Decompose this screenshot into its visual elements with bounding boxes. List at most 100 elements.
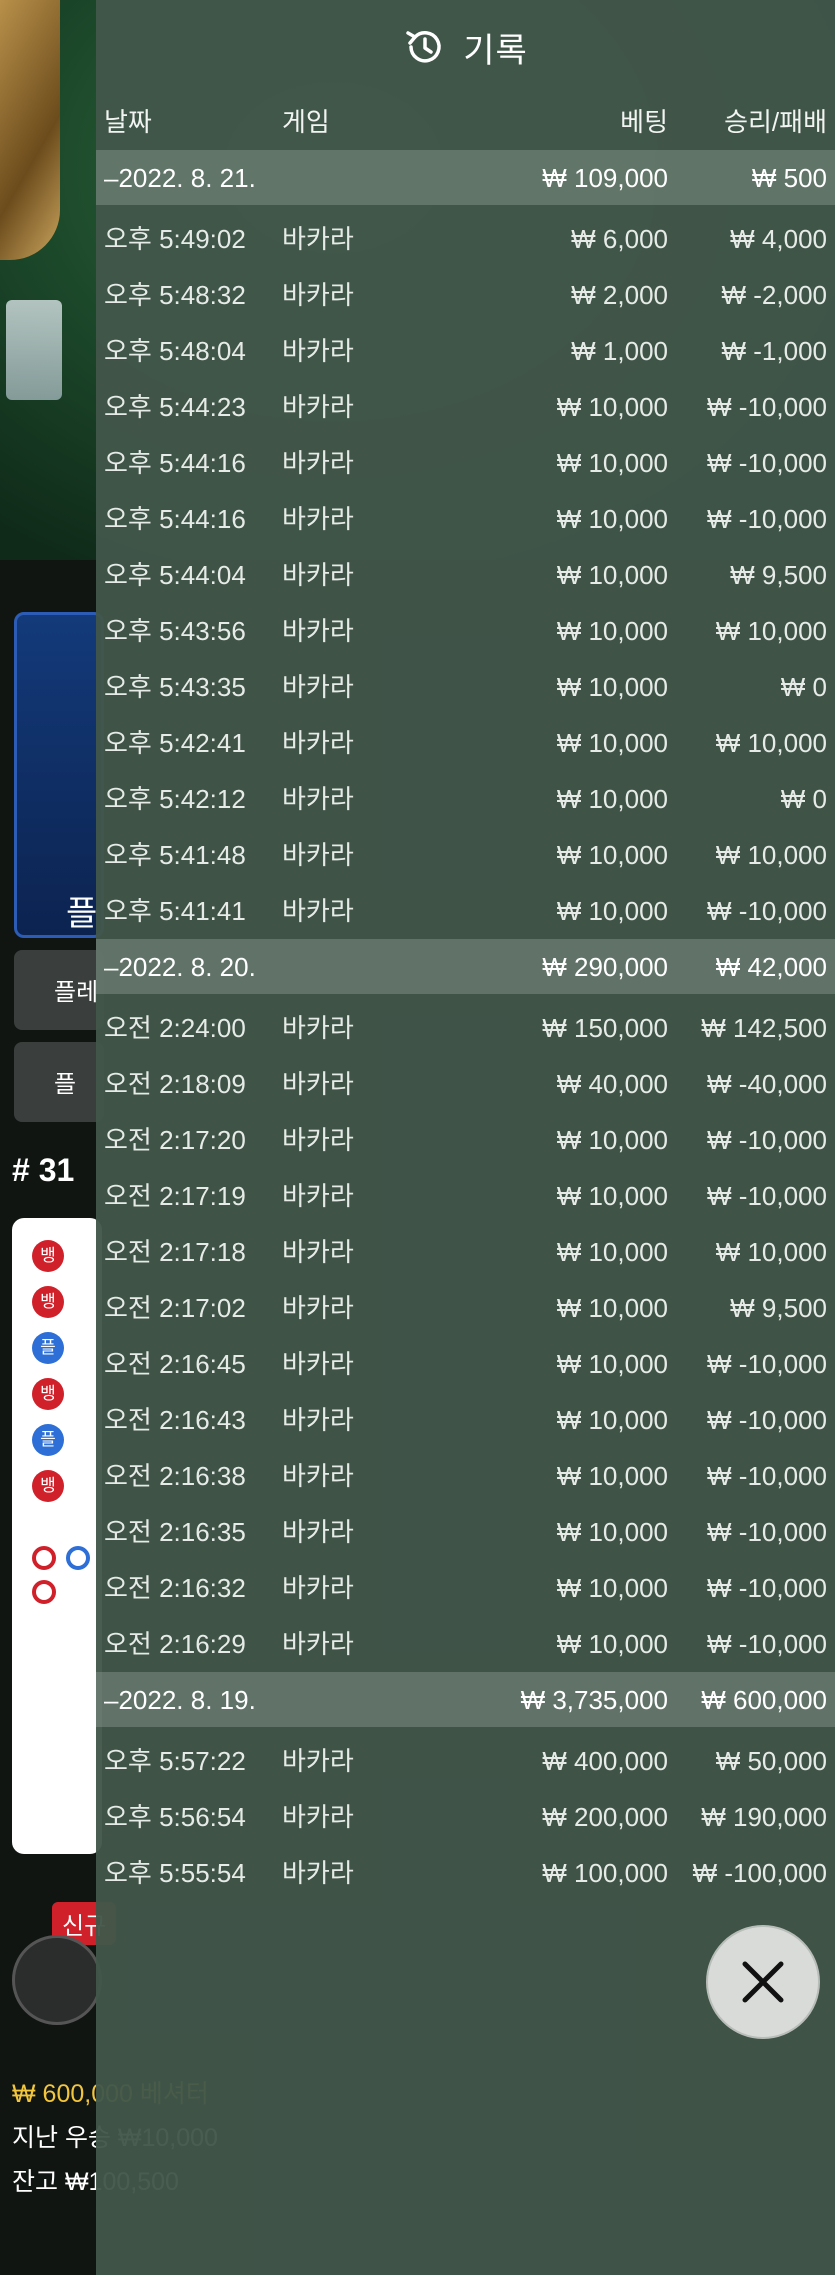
history-row[interactable]: 오후 5:44:16 바카라 ₩ 10,000 ₩ -10,000 [96,491,835,547]
row-time: 오후 5:42:12 [104,784,246,814]
history-row[interactable]: 오후 5:56:54 바카라 ₩ 200,000 ₩ 190,000 [96,1789,835,1845]
row-time: 오후 5:41:41 [104,896,246,926]
history-row[interactable]: 오후 5:43:35 바카라 ₩ 10,000 ₩ 0 [96,659,835,715]
row-win-loss: ₩ 50,000 [715,1746,827,1776]
history-row[interactable]: 오후 5:48:04 바카라 ₩ 1,000 ₩ -1,000 [96,323,835,379]
history-row[interactable]: 오전 2:16:29 바카라 ₩ 10,000 ₩ -10,000 [96,1616,835,1672]
history-row[interactable]: 오후 5:42:41 바카라 ₩ 10,000 ₩ 10,000 [96,715,835,771]
group-date: –2022. 8. 20. [104,952,256,982]
column-header-win-loss: 승리/패배 [724,107,827,137]
row-game: 바카라 [282,1517,354,1547]
row-time: 오전 2:16:45 [104,1349,246,1379]
group-total-win-loss: ₩ 500 [751,163,827,193]
history-row[interactable]: 오전 2:18:09 바카라 ₩ 40,000 ₩ -40,000 [96,1056,835,1112]
row-win-loss: ₩ -2,000 [721,280,828,310]
row-win-loss: ₩ -10,000 [707,896,827,926]
history-row[interactable]: 오후 5:42:12 바카라 ₩ 10,000 ₩ 0 [96,771,835,827]
player-bonus-button[interactable]: 플 [14,1042,104,1122]
history-row[interactable]: 오전 2:16:43 바카라 ₩ 10,000 ₩ -10,000 [96,1392,835,1448]
history-row[interactable]: 오전 2:17:02 바카라 ₩ 10,000 ₩ 9,500 [96,1280,835,1336]
row-bet: ₩ 10,000 [556,1461,668,1491]
bead-road-dot: 뱅 [32,1286,64,1318]
group-total-bet: ₩ 109,000 [542,163,668,193]
row-time: 오전 2:16:38 [104,1461,246,1491]
row-time: 오후 5:57:22 [104,1746,246,1776]
row-win-loss: ₩ 0 [780,672,827,702]
row-game: 바카라 [282,280,354,310]
row-game: 바카라 [282,1069,354,1099]
row-game: 바카라 [282,392,354,422]
row-bet: ₩ 6,000 [571,224,668,254]
history-row[interactable]: 오전 2:17:19 바카라 ₩ 10,000 ₩ -10,000 [96,1168,835,1224]
big-road-mark [32,1580,56,1604]
row-win-loss: ₩ -10,000 [707,1349,827,1379]
history-row[interactable]: 오전 2:16:32 바카라 ₩ 10,000 ₩ -10,000 [96,1560,835,1616]
date-group-header[interactable]: –2022. 8. 19. ₩ 3,735,000 ₩ 600,000 [96,1672,835,1727]
bead-road-dot: 뱅 [32,1470,64,1502]
row-game: 바카라 [282,672,354,702]
group-total-win-loss: ₩ 600,000 [701,1685,827,1715]
row-win-loss: ₩ -10,000 [707,1181,827,1211]
row-win-loss: ₩ -10,000 [707,1461,827,1491]
row-game: 바카라 [282,616,354,646]
row-time: 오전 2:16:43 [104,1405,246,1435]
column-header-bet: 베팅 [620,107,668,137]
history-row[interactable]: 오후 5:41:41 바카라 ₩ 10,000 ₩ -10,000 [96,883,835,939]
chip-selector[interactable] [12,1935,102,2025]
row-game: 바카라 [282,1237,354,1267]
history-row[interactable]: 오후 5:43:56 바카라 ₩ 10,000 ₩ 10,000 [96,603,835,659]
row-bet: ₩ 100,000 [542,1858,668,1888]
history-row[interactable]: 오전 2:16:35 바카라 ₩ 10,000 ₩ -10,000 [96,1504,835,1560]
row-game: 바카라 [282,448,354,478]
row-bet: ₩ 10,000 [556,672,668,702]
group-date: –2022. 8. 21. [104,163,256,193]
table-header: 날짜 게임 베팅 승리/패배 [96,94,835,150]
row-time: 오전 2:17:20 [104,1125,246,1155]
row-game: 바카라 [282,560,354,590]
history-row[interactable]: 오전 2:17:20 바카라 ₩ 10,000 ₩ -10,000 [96,1112,835,1168]
row-win-loss: ₩ -10,000 [707,1573,827,1603]
row-win-loss: ₩ -10,000 [707,1405,827,1435]
close-button[interactable] [706,1925,820,2039]
group-total-win-loss: ₩ 42,000 [715,952,827,982]
row-bet: ₩ 200,000 [542,1802,668,1832]
row-time: 오전 2:16:35 [104,1517,246,1547]
big-road-mark [32,1546,56,1570]
bead-road-dot: 플 [32,1424,64,1456]
history-row[interactable]: 오후 5:55:54 바카라 ₩ 100,000 ₩ -100,000 [96,1845,835,1901]
history-row[interactable]: 오전 2:24:00 바카라 ₩ 150,000 ₩ 142,500 [96,1000,835,1056]
row-bet: ₩ 10,000 [556,616,668,646]
history-list[interactable]: –2022. 8. 21. ₩ 109,000 ₩ 500 오후 5:49:02 바카라… [96,150,835,1901]
row-bet: ₩ 10,000 [556,1573,668,1603]
history-row[interactable]: 오후 5:49:02 바카라 ₩ 6,000 ₩ 4,000 [96,211,835,267]
row-win-loss: ₩ -10,000 [707,1517,827,1547]
history-row[interactable]: 오전 2:16:38 바카라 ₩ 10,000 ₩ -10,000 [96,1448,835,1504]
row-win-loss: ₩ 0 [780,784,827,814]
row-win-loss: ₩ -10,000 [707,1125,827,1155]
row-time: 오후 5:41:48 [104,840,246,870]
row-time: 오전 2:16:29 [104,1629,246,1659]
history-row[interactable]: 오후 5:44:04 바카라 ₩ 10,000 ₩ 9,500 [96,547,835,603]
row-bet: ₩ 10,000 [556,504,668,534]
row-time: 오후 5:43:35 [104,672,246,702]
table-decoration [0,0,60,260]
date-group-header[interactable]: –2022. 8. 21. ₩ 109,000 ₩ 500 [96,150,835,205]
row-time: 오후 5:56:54 [104,1802,246,1832]
row-bet: ₩ 10,000 [556,1349,668,1379]
history-row[interactable]: 오후 5:44:16 바카라 ₩ 10,000 ₩ -10,000 [96,435,835,491]
history-row[interactable]: 오후 5:48:32 바카라 ₩ 2,000 ₩ -2,000 [96,267,835,323]
row-game: 바카라 [282,1573,354,1603]
history-row[interactable]: 오후 5:41:48 바카라 ₩ 10,000 ₩ 10,000 [96,827,835,883]
history-row[interactable]: 오전 2:17:18 바카라 ₩ 10,000 ₩ 10,000 [96,1224,835,1280]
history-row[interactable]: 오후 5:57:22 바카라 ₩ 400,000 ₩ 50,000 [96,1733,835,1789]
history-row[interactable]: 오전 2:16:45 바카라 ₩ 10,000 ₩ -10,000 [96,1336,835,1392]
history-row[interactable]: 오후 5:44:23 바카라 ₩ 10,000 ₩ -10,000 [96,379,835,435]
row-win-loss: ₩ -10,000 [707,1629,827,1659]
date-group-header[interactable]: –2022. 8. 20. ₩ 290,000 ₩ 42,000 [96,939,835,994]
row-win-loss: ₩ 10,000 [715,728,827,758]
row-game: 바카라 [282,1802,354,1832]
round-number: # 31 [12,1152,75,1188]
group-total-bet: ₩ 3,735,000 [520,1685,668,1715]
player-pair-button[interactable]: 플레 [14,950,104,1030]
row-time: 오후 5:42:41 [104,728,246,758]
